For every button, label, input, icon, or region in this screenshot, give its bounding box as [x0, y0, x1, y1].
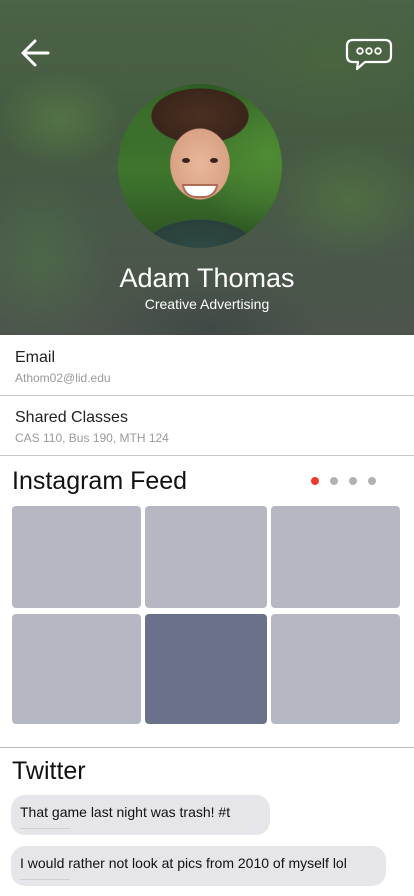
back-button[interactable]	[16, 34, 54, 72]
tweet-bubble[interactable]: That game last night was trash! #t	[11, 795, 270, 835]
pager-dot[interactable]	[368, 477, 376, 485]
twitter-title: Twitter	[12, 757, 86, 785]
tweet-text: That game last night was trash! #t	[20, 804, 231, 820]
instagram-photo[interactable]	[12, 614, 141, 724]
instagram-photo[interactable]	[271, 506, 400, 608]
email-value[interactable]: Athom02@lid.edu	[15, 371, 111, 385]
tweet-bubble[interactable]: I would rather not look at pics from 201…	[11, 846, 386, 886]
profile-name: Adam Thomas	[119, 263, 295, 293]
profile-header: Adam Thomas Creative Advertising	[0, 0, 414, 335]
tweet-text: I would rather not look at pics from 201…	[20, 855, 347, 871]
pager-dot[interactable]	[330, 477, 338, 485]
arrow-left-icon	[21, 39, 50, 67]
chat-bubble-ellipsis-icon	[345, 38, 393, 71]
instagram-photo[interactable]	[271, 614, 400, 724]
instagram-feed-title: Instagram Feed	[12, 467, 188, 495]
instagram-photo[interactable]	[145, 506, 267, 608]
instagram-photo[interactable]	[145, 614, 267, 724]
avatar[interactable]	[118, 84, 282, 248]
shared-classes-label: Shared Classes	[15, 409, 128, 426]
avatar-eye	[210, 158, 218, 163]
shared-classes-row[interactable]: Shared Classes CAS 110, Bus 190, MTH 124	[0, 396, 414, 456]
instagram-pager[interactable]	[311, 477, 376, 485]
pager-dot[interactable]	[349, 477, 357, 485]
profile-subtitle: Creative Advertising	[144, 296, 270, 312]
avatar-smile	[182, 184, 218, 198]
instagram-photo[interactable]	[12, 506, 141, 608]
shared-classes-value: CAS 110, Bus 190, MTH 124	[15, 431, 169, 445]
email-row[interactable]: Email Athom02@lid.edu	[0, 336, 414, 396]
pager-dot-active[interactable]	[311, 477, 319, 485]
email-label: Email	[15, 349, 56, 366]
message-button[interactable]	[344, 34, 394, 74]
section-divider	[0, 747, 414, 748]
tweet-separator	[20, 879, 70, 880]
avatar-eye	[182, 158, 190, 163]
tweet-separator	[20, 828, 70, 829]
